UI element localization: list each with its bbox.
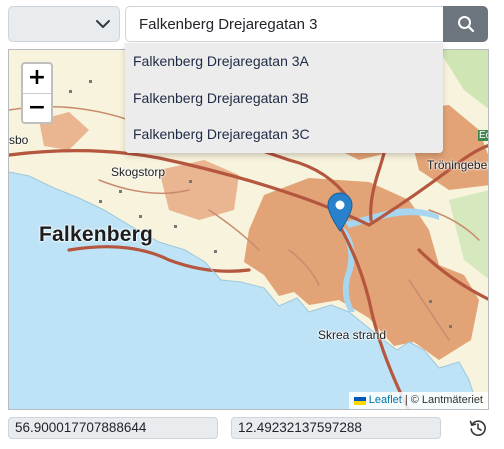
latitude-field[interactable]: 56.900017707888644 [8,417,218,439]
map-attribution: Leaflet | © Lantmäteriet [348,392,488,409]
map-marker-icon[interactable] [327,192,353,232]
suggestion-item[interactable]: Falkenberg Drejaregatan 3B [125,80,443,117]
chevron-down-icon [96,20,110,28]
road-shield-label: Eo [478,130,488,141]
history-button[interactable] [466,416,490,440]
zoom-out-button[interactable]: − [23,93,51,122]
history-icon [469,420,486,436]
place-label-sbo: sbo [9,133,29,147]
ukraine-flag-icon [353,396,366,405]
attribution-copyright: © Lantmäteriet [410,394,483,406]
zoom-in-button[interactable]: + [23,64,51,93]
attribution-separator: | [404,394,408,406]
leaflet-link[interactable]: Leaflet [369,392,402,409]
zoom-control: + − [21,62,53,124]
place-label-skrea-strand: Skrea strand [318,328,387,342]
suggestion-item[interactable]: Falkenberg Drejaregatan 3A [125,43,443,80]
address-search-input[interactable] [125,6,443,42]
place-label-skogstorp: Skogstorp [111,165,166,179]
search-type-select[interactable] [8,6,120,42]
suggestion-item[interactable]: Falkenberg Drejaregatan 3C [125,116,443,153]
search-icon [457,16,474,33]
place-label-troningeberg: Tröningeber [427,158,489,172]
search-suggestions: Falkenberg Drejaregatan 3A Falkenberg Dr… [125,43,443,153]
place-label-falkenberg: Falkenberg [39,223,154,246]
longitude-field[interactable]: 12.49232137597288 [231,417,441,439]
search-button[interactable] [443,6,488,42]
